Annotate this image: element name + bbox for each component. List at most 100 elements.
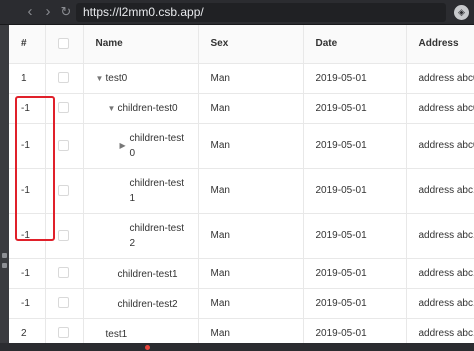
- row-select-cell: [45, 318, 84, 343]
- row-name-text: test1: [105, 328, 128, 340]
- date-cell: 2019-05-01: [303, 93, 407, 124]
- name-cell: ▶ children-test 0: [83, 123, 199, 169]
- row-checkbox[interactable]: [57, 72, 69, 84]
- row-name-text: children-test 2: [129, 222, 184, 249]
- row-number-cell: -1: [9, 93, 46, 124]
- url-bar[interactable]: https://l2mm0.csb.app/: [76, 3, 446, 22]
- table-header-row: # Name Sex Date Address: [9, 25, 474, 64]
- row-name-text: test0: [105, 72, 128, 84]
- name-content: ▼ test0: [96, 71, 128, 86]
- row-checkbox[interactable]: [57, 139, 69, 151]
- sex-cell: Man: [198, 258, 304, 289]
- select-all-checkbox[interactable]: [57, 38, 69, 50]
- date-cell: 2019-05-01: [303, 318, 407, 343]
- date-cell: 2019-05-01: [303, 123, 407, 169]
- sex-cell: Man: [198, 288, 304, 319]
- row-number-cell: -1: [9, 213, 46, 259]
- row-number-cell: -1: [9, 258, 46, 289]
- row-number-cell: -1: [9, 288, 46, 319]
- extension-icon[interactable]: ◈: [454, 5, 469, 20]
- row-select-cell: [45, 213, 84, 259]
- back-icon[interactable]: ‹: [22, 4, 38, 20]
- name-content: ▼ children-test0: [108, 101, 178, 116]
- collapse-caret-icon[interactable]: ▼: [96, 71, 106, 86]
- row-select-cell: [45, 288, 84, 319]
- address-cell: address abc1: [406, 288, 474, 319]
- row-name-text: children-test1: [117, 268, 178, 280]
- name-cell: children-test 2: [83, 213, 199, 259]
- row-select-cell: [45, 258, 84, 289]
- table-row[interactable]: -1 children-test 1 Man 2019-05-01 address ab…: [9, 168, 474, 214]
- column-header-name: Name: [83, 25, 199, 64]
- table-row[interactable]: -1 children-test 2 Man 2019-05-01 address ab…: [9, 213, 474, 259]
- name-content: children-test 1: [120, 176, 190, 206]
- forward-icon[interactable]: ›: [40, 4, 56, 20]
- drag-handle-icon[interactable]: [2, 253, 7, 258]
- data-table: # Name Sex Date Address 1 ▼ test0 Man 2019-0…: [9, 25, 474, 343]
- table-row[interactable]: -1 children-test2 Man 2019-05-01 address abc…: [9, 288, 474, 319]
- row-name-text: children-test 1: [129, 177, 184, 204]
- address-cell: address abc1: [406, 318, 474, 343]
- name-content: children-test1: [108, 267, 178, 282]
- address-cell: address abc0: [406, 63, 474, 94]
- row-name-text: children-test0: [117, 102, 178, 114]
- table-body: 1 ▼ test0 Man 2019-05-01 address abc0 -1 ▼ child…: [9, 63, 474, 343]
- collapse-caret-icon[interactable]: ▼: [108, 101, 118, 116]
- row-checkbox[interactable]: [57, 297, 69, 309]
- sex-cell: Man: [198, 213, 304, 259]
- name-cell: test1: [83, 318, 199, 343]
- drag-handle-icon[interactable]: [2, 263, 7, 268]
- name-cell: children-test 1: [83, 168, 199, 214]
- name-content: ▶ children-test 0: [120, 131, 190, 161]
- row-select-cell: [45, 123, 84, 169]
- column-header-address: Address: [406, 25, 474, 64]
- address-cell: address abc0: [406, 93, 474, 124]
- column-header-date: Date: [303, 25, 407, 64]
- side-panel-strip: [0, 25, 9, 351]
- row-select-cell: [45, 93, 84, 124]
- row-name-text: children-test 0: [129, 132, 184, 159]
- row-checkbox[interactable]: [57, 327, 69, 339]
- row-name-text: children-test2: [117, 298, 178, 310]
- date-cell: 2019-05-01: [303, 213, 407, 259]
- table-row[interactable]: -1 children-test1 Man 2019-05-01 address abc…: [9, 258, 474, 289]
- sex-cell: Man: [198, 123, 304, 169]
- row-select-cell: [45, 168, 84, 214]
- row-select-cell: [45, 63, 84, 94]
- sex-cell: Man: [198, 318, 304, 343]
- browser-toolbar: ‹ › ↻ https://l2mm0.csb.app/ ◈: [0, 0, 474, 25]
- name-cell: children-test1: [83, 258, 199, 289]
- row-number-cell: 1: [9, 63, 46, 94]
- table-row[interactable]: 1 ▼ test0 Man 2019-05-01 address abc0: [9, 63, 474, 94]
- date-cell: 2019-05-01: [303, 258, 407, 289]
- name-cell: ▼ children-test0: [83, 93, 199, 124]
- address-cell: address abc1: [406, 168, 474, 214]
- row-number-cell: -1: [9, 123, 46, 169]
- table-row[interactable]: 2 test1 Man 2019-05-01 address abc1: [9, 318, 474, 343]
- column-header-number: #: [9, 25, 46, 64]
- date-cell: 2019-05-01: [303, 288, 407, 319]
- sex-cell: Man: [198, 168, 304, 214]
- row-checkbox[interactable]: [57, 102, 69, 114]
- row-checkbox[interactable]: [57, 267, 69, 279]
- column-header-select: [45, 25, 84, 64]
- status-dot-icon: [145, 345, 150, 350]
- column-header-sex: Sex: [198, 25, 304, 64]
- name-content: children-test 2: [120, 221, 190, 251]
- expand-caret-icon[interactable]: ▶: [120, 138, 130, 153]
- name-content: test1: [96, 327, 128, 342]
- row-checkbox[interactable]: [57, 229, 69, 241]
- row-checkbox[interactable]: [57, 184, 69, 196]
- address-cell: address abc0: [406, 123, 474, 169]
- date-cell: 2019-05-01: [303, 63, 407, 94]
- address-cell: address abc1: [406, 213, 474, 259]
- sex-cell: Man: [198, 63, 304, 94]
- name-cell: ▼ test0: [83, 63, 199, 94]
- sex-cell: Man: [198, 93, 304, 124]
- row-number-cell: -1: [9, 168, 46, 214]
- table-row[interactable]: -1 ▼ children-test0 Man 2019-05-01 address ab…: [9, 93, 474, 124]
- table-row[interactable]: -1 ▶ children-test 0 Man 2019-05-01 address a…: [9, 123, 474, 169]
- row-number-cell: 2: [9, 318, 46, 343]
- data-table-container: # Name Sex Date Address 1 ▼ test0 Man 2019-0…: [9, 25, 474, 343]
- reload-icon[interactable]: ↻: [58, 4, 74, 20]
